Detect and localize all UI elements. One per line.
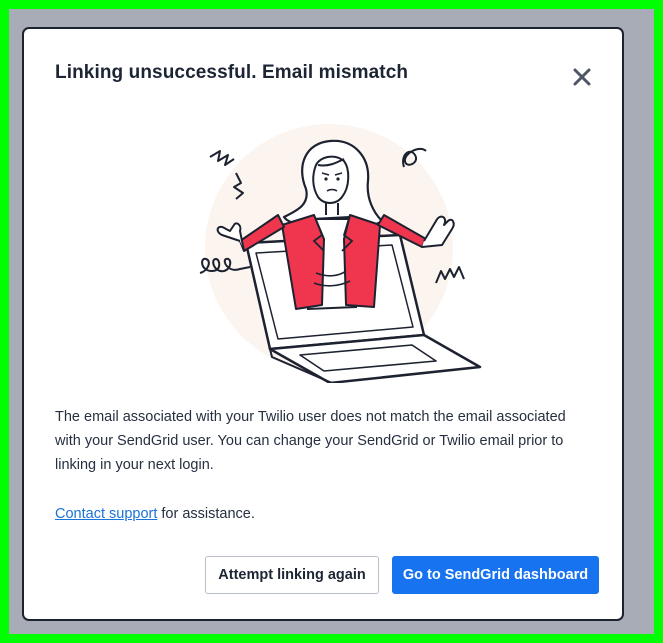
contact-support-link[interactable]: Contact support bbox=[55, 506, 157, 522]
dialog-title: Linking unsuccessful. Email mismatch bbox=[55, 62, 409, 83]
go-to-dashboard-button[interactable]: Go to SendGrid dashboard bbox=[392, 556, 599, 594]
close-button[interactable] bbox=[570, 65, 594, 89]
support-line: Contact support for assistance. bbox=[55, 502, 255, 526]
linking-error-dialog: Linking unsuccessful. Email mismatch The… bbox=[22, 27, 624, 621]
close-icon bbox=[573, 68, 591, 86]
support-suffix: for assistance. bbox=[157, 506, 255, 522]
attempt-linking-again-button[interactable]: Attempt linking again bbox=[205, 556, 379, 594]
confused-person-laptop-illustration bbox=[199, 124, 482, 383]
error-message: The email associated with your Twilio us… bbox=[55, 409, 566, 473]
